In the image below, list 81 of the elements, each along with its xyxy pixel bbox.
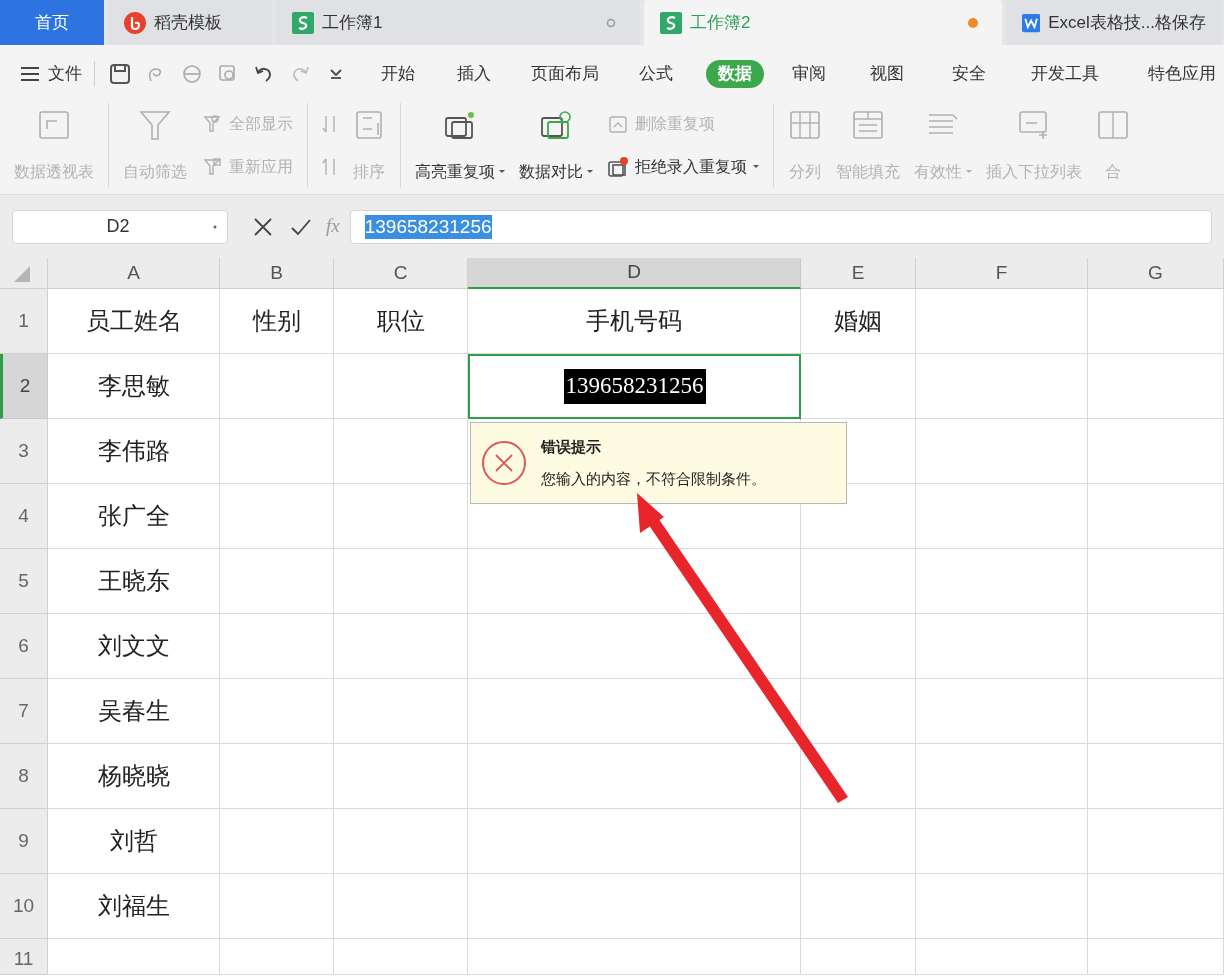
- fill-icon: [851, 109, 885, 141]
- funnel-icon: [138, 109, 172, 141]
- spreadsheet-file-icon: [660, 11, 682, 34]
- table-cell: 杨晓晓: [48, 744, 220, 809]
- menu-tab[interactable]: 特色应用: [1142, 60, 1222, 88]
- row-header[interactable]: 9: [0, 809, 48, 874]
- merge-icon: [1096, 109, 1130, 141]
- menu-tab[interactable]: 开始: [375, 60, 421, 88]
- table-cell: 李思敏: [48, 354, 220, 419]
- remove-duplicates-icon: [607, 113, 629, 136]
- error-icon: [481, 440, 527, 486]
- column-header[interactable]: G: [1088, 258, 1224, 289]
- error-message: 您输入的内容，不符合限制条件。: [541, 469, 766, 489]
- tab[interactable]: 工作簿1: [276, 0, 640, 45]
- file-menu[interactable]: 文件: [20, 61, 95, 87]
- tab[interactable]: 稻壳模板: [108, 0, 272, 45]
- row-header[interactable]: 11: [0, 939, 48, 975]
- table-cell: 刘福生: [48, 874, 220, 939]
- split-columns-icon: [788, 109, 822, 141]
- menu-tab[interactable]: 审阅: [786, 60, 832, 88]
- table-cell: 刘哲: [48, 809, 220, 874]
- saved-dot-icon: [606, 17, 616, 28]
- row-header[interactable]: 10: [0, 874, 48, 939]
- table-cell: 刘文文: [48, 614, 220, 679]
- row-header[interactable]: 4: [0, 484, 48, 549]
- save-icon: [109, 63, 131, 85]
- reject-duplicates-icon: [607, 155, 629, 178]
- table-cell: 张广全: [48, 484, 220, 549]
- table-cell: 王晓东: [48, 549, 220, 614]
- ribbon-button[interactable]: 高亮重复项: [415, 103, 505, 188]
- row-header[interactable]: 2: [0, 354, 48, 419]
- tab[interactable]: Excel表格技...格保存: [1006, 0, 1222, 45]
- function-label: fx: [326, 214, 340, 239]
- table-cell: 婚姻: [801, 289, 916, 354]
- menu-tab[interactable]: 插入: [451, 60, 497, 88]
- table-cell: 手机号码: [468, 289, 801, 354]
- document-file-icon: [1022, 11, 1041, 34]
- row-header[interactable]: 8: [0, 744, 48, 809]
- error-title: 错误提示: [541, 436, 602, 457]
- highlight-duplicates-icon: [443, 109, 477, 141]
- menu-icon: [20, 65, 40, 83]
- select-all-icon: [14, 266, 30, 282]
- menu-tab[interactable]: 开发工具: [1025, 60, 1105, 88]
- row-header[interactable]: 1: [0, 289, 48, 354]
- menu-tab[interactable]: 公式: [633, 60, 679, 88]
- row-header[interactable]: 6: [0, 614, 48, 679]
- caret-icon: [499, 170, 505, 174]
- row-header[interactable]: 3: [0, 419, 48, 484]
- spreadsheet-file-icon: [292, 11, 314, 34]
- menu-tab[interactable]: 安全: [946, 60, 992, 88]
- filter-refresh-icon: [201, 155, 223, 178]
- table-cell: 139658231256: [468, 354, 801, 419]
- ribbon-button[interactable]: 数据对比: [519, 103, 593, 188]
- caret-icon: [753, 164, 759, 169]
- ribbon-button[interactable]: 拒绝录入重复项: [607, 154, 759, 179]
- column-header[interactable]: F: [916, 258, 1088, 289]
- table-cell: 职位: [334, 289, 468, 354]
- compare-icon: [539, 109, 573, 141]
- menu-tab[interactable]: 视图: [864, 60, 910, 88]
- cancel-icon: [252, 215, 274, 238]
- caret-icon: [966, 170, 972, 174]
- column-header[interactable]: B: [220, 258, 334, 289]
- column-header[interactable]: E: [801, 258, 916, 289]
- name-box[interactable]: D2: [12, 209, 228, 244]
- table-cell: 性别: [220, 289, 334, 354]
- caret-icon: [587, 170, 593, 174]
- table-cell: 吴春生: [48, 679, 220, 744]
- tab[interactable]: 首页: [0, 0, 104, 45]
- table-cell: 员工姓名: [48, 289, 220, 354]
- row-header[interactable]: 5: [0, 549, 48, 614]
- row-header[interactable]: 7: [0, 679, 48, 744]
- table-cell: 李伟路: [48, 419, 220, 484]
- unsaved-dot-icon: [968, 17, 978, 28]
- column-header[interactable]: D: [468, 258, 801, 289]
- table-icon: [37, 109, 71, 141]
- formula-input[interactable]: 139658231256: [349, 209, 1212, 244]
- column-header[interactable]: A: [48, 258, 220, 289]
- menu-tab[interactable]: 页面布局: [525, 60, 605, 88]
- dropdown-icon: [213, 224, 217, 229]
- docer-logo-icon: [124, 11, 146, 34]
- column-header[interactable]: C: [334, 258, 468, 289]
